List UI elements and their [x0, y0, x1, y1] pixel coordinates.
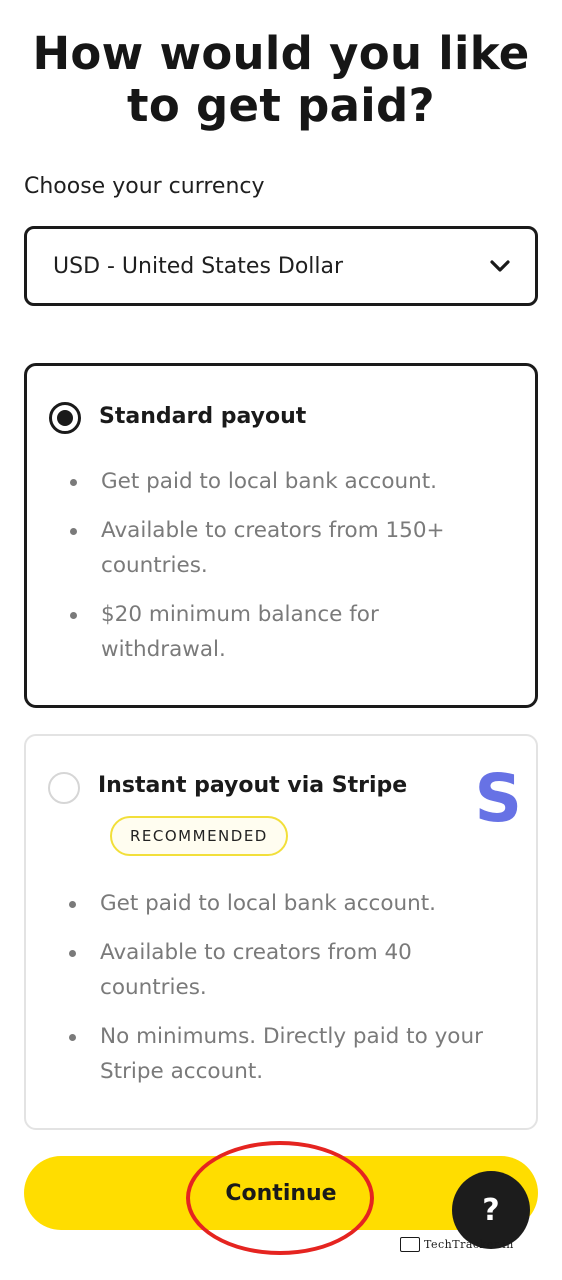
currency-label: Choose your currency — [24, 174, 265, 199]
currency-select[interactable]: USD - United States Dollar — [24, 226, 538, 306]
payout-option-standard[interactable]: Standard payout Get paid to local bank a… — [24, 363, 538, 708]
list-item: $20 minimum balance for withdrawal. — [67, 597, 487, 667]
watermark-logo-icon — [400, 1237, 420, 1252]
page-title: How would you like to get paid? — [32, 27, 530, 132]
watermark: TechTracker.in — [400, 1237, 514, 1252]
option-title: Standard payout — [99, 404, 307, 429]
payout-option-stripe[interactable]: Instant payout via Stripe S RECOMMENDED … — [24, 734, 538, 1130]
chevron-down-icon — [489, 255, 511, 277]
option-bullet-list: Get paid to local bank account. Availabl… — [67, 464, 487, 681]
list-item: Get paid to local bank account. — [66, 886, 486, 921]
recommended-badge: RECOMMENDED — [110, 816, 288, 856]
list-item: No minimums. Directly paid to your Strip… — [66, 1019, 486, 1089]
stripe-logo-icon: S — [474, 760, 522, 837]
option-bullet-list: Get paid to local bank account. Availabl… — [66, 886, 486, 1103]
option-title: Instant payout via Stripe — [98, 773, 408, 798]
currency-select-value: USD - United States Dollar — [53, 253, 344, 279]
list-item: Available to creators from 40 countries. — [66, 935, 486, 1005]
radio-button-selected[interactable] — [49, 402, 81, 434]
list-item: Available to creators from 150+ countrie… — [67, 513, 487, 583]
list-item: Get paid to local bank account. — [67, 464, 487, 499]
radio-button-unselected[interactable] — [48, 772, 80, 804]
watermark-text: TechTracker.in — [424, 1238, 514, 1251]
